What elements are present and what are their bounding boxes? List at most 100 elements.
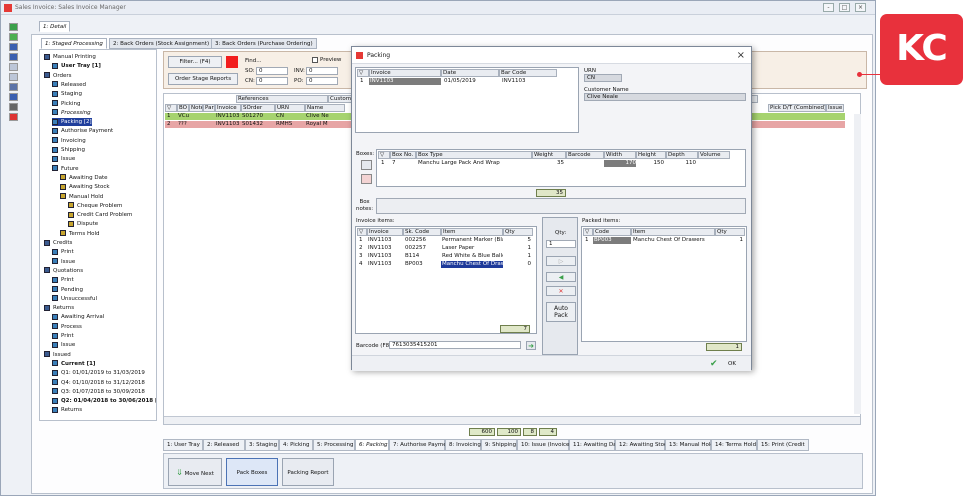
invoice-items-header-0[interactable]: ▽	[357, 228, 367, 236]
tab-back-orders-purchase[interactable]: 3: Back Orders (Purchase Ordering)	[211, 38, 317, 49]
barcode-submit-icon[interactable]: ➜	[526, 341, 536, 350]
tree-node[interactable]: Shipping	[52, 146, 85, 154]
box-header-7[interactable]: Depth	[666, 151, 698, 159]
grid-header-7[interactable]: Name	[305, 104, 345, 112]
tree-node[interactable]: Staging	[52, 90, 82, 98]
order-stage-reports-button[interactable]: Order Stage Reports	[168, 73, 238, 85]
tree-node[interactable]: Quotations	[44, 267, 83, 275]
grid-icon[interactable]	[9, 83, 18, 91]
horizontal-scrollbar[interactable]	[164, 416, 860, 424]
grid-header-6[interactable]: URN	[275, 104, 305, 112]
stage-tab[interactable]: 13: Manual Hold	[665, 439, 714, 451]
packed-item-cell[interactable]: Manchu Chest Of Drawers	[632, 237, 714, 244]
tree-node[interactable]: Packing [2]	[52, 118, 92, 127]
order-barcode-cell[interactable]: INV1103	[501, 78, 526, 85]
packing-report-button[interactable]: Packing Report	[282, 458, 334, 486]
row-invoice[interactable]: INV1103	[215, 121, 241, 128]
tree-node[interactable]: Awaiting Date	[60, 174, 108, 182]
tree-node[interactable]: Returns	[52, 406, 82, 414]
order-filter-header[interactable]: ▽	[357, 69, 369, 77]
grid-header-4[interactable]: Invoice	[215, 104, 241, 112]
maximize-button[interactable]: □	[839, 3, 850, 12]
order-invoice-cell[interactable]: INV1103	[369, 78, 441, 85]
unpack-left-button[interactable]: ◀	[546, 272, 576, 282]
minimize-button[interactable]: -	[823, 3, 834, 12]
packed-code-cell[interactable]: BP003	[593, 237, 631, 244]
box-width-cell[interactable]: 170	[604, 160, 636, 167]
grid-header-pick-dt[interactable]: Pick D/T (Combined)	[768, 104, 826, 112]
stage-tab[interactable]: 5: Processing	[313, 439, 355, 451]
move-down-icon[interactable]	[9, 33, 18, 41]
tree-node[interactable]: Released	[52, 81, 86, 89]
stage-tab[interactable]: 3: Staging	[245, 439, 279, 451]
tree-node[interactable]: Dispute	[68, 220, 98, 228]
po-input[interactable]: 0	[306, 77, 338, 85]
cn-input[interactable]: 0	[256, 77, 288, 85]
box-header-6[interactable]: Height	[636, 151, 666, 159]
box-type-cell[interactable]: Manchu Large Pack And Wrap	[417, 160, 531, 167]
stage-tab[interactable]: 9: Shipping	[481, 439, 517, 451]
document-icon[interactable]	[9, 53, 18, 61]
box-weight-cell[interactable]: 35	[532, 160, 564, 167]
order-header-date[interactable]: Date	[441, 69, 499, 77]
item-name-cell[interactable]: Laser Paper	[441, 245, 503, 252]
save-icon[interactable]	[9, 93, 18, 101]
tree-node[interactable]: Picking	[52, 100, 80, 108]
box-header-3[interactable]: Weight	[532, 151, 566, 159]
box-header-0[interactable]: ▽	[378, 151, 390, 159]
tree-node[interactable]: Issue	[52, 341, 75, 349]
item-name-cell[interactable]: Manchu Chest Of Drawe	[441, 261, 503, 268]
delete-icon[interactable]	[9, 113, 18, 121]
add-icon[interactable]	[9, 23, 18, 31]
tree-node[interactable]: Issued	[44, 351, 71, 359]
tab-staged-processing[interactable]: 1: Staged Processing	[41, 38, 107, 49]
item-invoice-cell[interactable]: INV1103	[367, 253, 403, 260]
back-icon[interactable]	[9, 63, 18, 71]
grid-header-5[interactable]: SOrder	[241, 104, 275, 112]
ok-check-icon[interactable]: ✔	[710, 359, 718, 369]
tree-node[interactable]: Credits	[44, 239, 72, 247]
barcode-input[interactable]: 7613035415201	[389, 341, 521, 349]
tree-node[interactable]: Authorise Payment	[52, 127, 113, 135]
box-header-2[interactable]: Box Type	[416, 151, 532, 159]
packed-qty-cell[interactable]: 1	[715, 237, 744, 244]
item-name-cell[interactable]: Permanent Marker (Blac	[441, 237, 503, 244]
tree-node[interactable]: Future	[52, 165, 79, 173]
packed-items-header-0[interactable]: ▽	[583, 228, 593, 236]
tree-node[interactable]: Returns	[44, 304, 74, 312]
tree-node[interactable]: Unsuccessful	[52, 295, 97, 303]
tab-detail[interactable]: 1: Detail	[39, 21, 71, 32]
tree-node[interactable]: Manual Hold	[60, 193, 103, 201]
tree-node[interactable]: Awaiting Arrival	[52, 313, 104, 321]
packed-items-header-1[interactable]: Code	[593, 228, 631, 236]
grid-header-issue[interactable]: Issue	[826, 104, 844, 112]
grid-header-0[interactable]: ▽	[165, 104, 177, 112]
tree-node[interactable]: Issue	[52, 155, 75, 163]
item-qty-cell[interactable]: 1	[503, 253, 532, 260]
forward-icon[interactable]	[9, 73, 18, 81]
stage-tab[interactable]: 14: Terms Hold	[711, 439, 757, 451]
item-invoice-cell[interactable]: INV1103	[367, 261, 403, 268]
tree-node[interactable]: Manual Printing	[44, 53, 96, 61]
tree-node[interactable]: Q2: 01/04/2018 to 30/06/2018 [1]	[52, 397, 156, 405]
move-next-button[interactable]: ⇓ Move Next	[168, 458, 222, 486]
box-header-5[interactable]: Width	[604, 151, 636, 159]
order-date-cell[interactable]: 01/05/2019	[443, 78, 476, 85]
row-name[interactable]: Royal M	[305, 121, 345, 128]
packed-items-header-2[interactable]: Item	[631, 228, 715, 236]
row-urn[interactable]: RMHS	[275, 121, 305, 128]
stage-tab[interactable]: 4: Picking	[279, 439, 313, 451]
item-invoice-cell[interactable]: INV1103	[367, 237, 403, 244]
stage-tab[interactable]: 15: Print (Credit	[757, 439, 809, 451]
packed-items-header-3[interactable]: Qty	[715, 228, 745, 236]
tree-node[interactable]: Pending	[52, 286, 83, 294]
auto-pack-button[interactable]: Auto Pack	[546, 302, 576, 322]
box-notes-field[interactable]	[376, 198, 746, 214]
tree-node[interactable]: Invoicing	[52, 137, 86, 145]
tree-node[interactable]: Processing	[52, 109, 91, 117]
tree-node[interactable]: Process	[52, 323, 82, 331]
invoice-items-header-4[interactable]: Qty	[503, 228, 533, 236]
row-name[interactable]: Clive Ne	[305, 113, 345, 120]
close-icon[interactable]: ×	[737, 50, 745, 61]
box-height-cell[interactable]: 150	[636, 160, 665, 167]
